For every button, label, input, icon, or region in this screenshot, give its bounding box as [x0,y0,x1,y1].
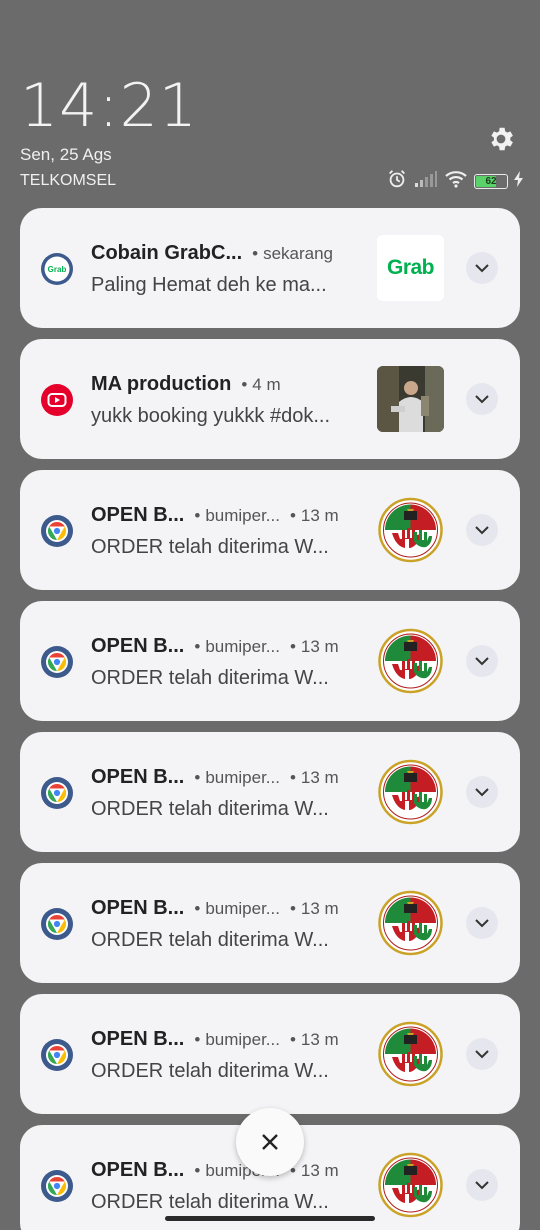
notification-meta: • bumiper... [194,899,280,918]
notification-card[interactable]: OPEN B... • bumiper... • 13 m ORDER telah dit… [20,994,520,1114]
chevron-down-icon [475,1181,489,1190]
emblem-logo [377,628,444,694]
svg-text:Grab: Grab [48,265,67,274]
notification-card[interactable]: OPEN B... • bumiper... • 13 m ORDER telah dit… [20,601,520,721]
notification-meta: • 4 m [241,375,281,394]
clock: 14:21 [20,71,198,141]
notification-card[interactable]: OPEN B... • bumiper... • 13 m ORDER telah dit… [20,732,520,852]
expand-button[interactable] [466,383,498,415]
notification-title: OPEN B... [91,766,185,788]
grab-logo-text: Grab [386,256,435,279]
expand-button[interactable] [466,1038,498,1070]
chrome-icon [40,907,74,941]
emblem-logo [377,759,444,825]
chrome-icon [40,514,74,548]
alarm-icon [386,168,408,195]
expand-button[interactable] [466,907,498,939]
notification-meta: • sekarang [252,244,334,263]
home-indicator[interactable] [165,1216,375,1221]
notification-title: OPEN B... [91,635,185,657]
expand-button[interactable] [466,1169,498,1201]
wifi-icon [444,169,468,194]
notification-body: Paling Hemat deh ke ma... [91,274,327,296]
notification-body: ORDER telah diterima W... [91,1060,329,1082]
expand-button[interactable] [466,252,498,284]
chrome-icon [40,645,74,679]
video-thumbnail [377,366,444,432]
expand-button[interactable] [466,645,498,677]
notification-header: OPEN B... • bumiper... • 13 m [91,635,376,658]
notification-card[interactable]: OPEN B... • bumiper... • 13 m ORDER telah dit… [20,863,520,983]
notification-meta: • 13 m [289,1030,339,1049]
chevron-down-icon [475,1050,489,1059]
notification-card[interactable]: Grab Cobain GrabC... • sekarang Paling Hemat… [20,208,520,328]
emblem-logo [377,890,444,956]
emblem-logo [377,497,444,563]
notification-title: OPEN B... [91,1159,185,1181]
notification-meta: • bumiper... [194,768,280,787]
expand-button[interactable] [466,776,498,808]
grab-logo: Grab [377,235,444,301]
notification-body: yukk booking yukkk #dok... [91,405,331,427]
chevron-down-icon [475,788,489,797]
battery-icon: 62 [474,173,508,189]
notification-title: OPEN B... [91,897,185,919]
status-icons: 62 [386,168,524,195]
chevron-down-icon [475,264,489,273]
notification-meta: • 13 m [289,899,339,918]
chevron-down-icon [475,657,489,666]
signal-icon [414,170,438,193]
notification-title: Cobain GrabC... [91,242,243,264]
notification-body: ORDER telah diterima W... [91,1191,329,1213]
notification-header: OPEN B... • bumiper... • 13 m [91,766,376,789]
notification-meta: • bumiper... [194,506,280,525]
notification-header: OPEN B... • bumiper... • 13 m [91,897,376,920]
chrome-icon [40,776,74,810]
notification-title: MA production [91,373,232,395]
chevron-down-icon [475,526,489,535]
date-label: Sen, 25 Ags [20,145,112,164]
notification-card[interactable]: MA production • 4 m yukk booking yukkk #dok… [20,339,520,459]
notification-card[interactable]: OPEN B... • bumiper... • 13 m ORDER telah dit… [20,470,520,590]
notification-meta: • 13 m [289,637,339,656]
notification-body: ORDER telah diterima W... [91,536,329,558]
notification-title: OPEN B... [91,1028,185,1050]
gear-icon[interactable] [486,124,516,154]
carrier-label: TELKOMSEL [20,172,117,189]
notification-body: ORDER telah diterima W... [91,667,329,689]
chevron-down-icon [475,919,489,928]
battery-level: 62 [485,175,497,187]
charging-icon [514,170,524,192]
notification-header: OPEN B... • bumiper... • 13 m [91,1028,376,1051]
notification-title: OPEN B... [91,504,185,526]
notification-header: OPEN B... • bumiper... • 13 m [91,1159,376,1182]
notification-header: MA production • 4 m [91,373,376,396]
close-icon [262,1134,278,1150]
emblem-logo [377,1152,444,1218]
notification-body: ORDER telah diterima W... [91,798,329,820]
notification-meta: • 13 m [289,506,339,525]
grab-icon: Grab [40,252,74,286]
clear-all-button[interactable] [236,1108,304,1176]
emblem-logo [377,1021,444,1087]
notification-meta: • bumiper... [194,1030,280,1049]
chrome-icon [40,1169,74,1203]
notification-header: Cobain GrabC... • sekarang [91,242,376,265]
notification-meta: • bumiper... [194,637,280,656]
notification-header: OPEN B... • bumiper... • 13 m [91,504,376,527]
youtube-icon [40,383,74,417]
notification-meta: • 13 m [289,768,339,787]
notification-meta: • 13 m [289,1161,339,1180]
chrome-icon [40,1038,74,1072]
notification-body: ORDER telah diterima W... [91,929,329,951]
expand-button[interactable] [466,514,498,546]
chevron-down-icon [475,395,489,404]
